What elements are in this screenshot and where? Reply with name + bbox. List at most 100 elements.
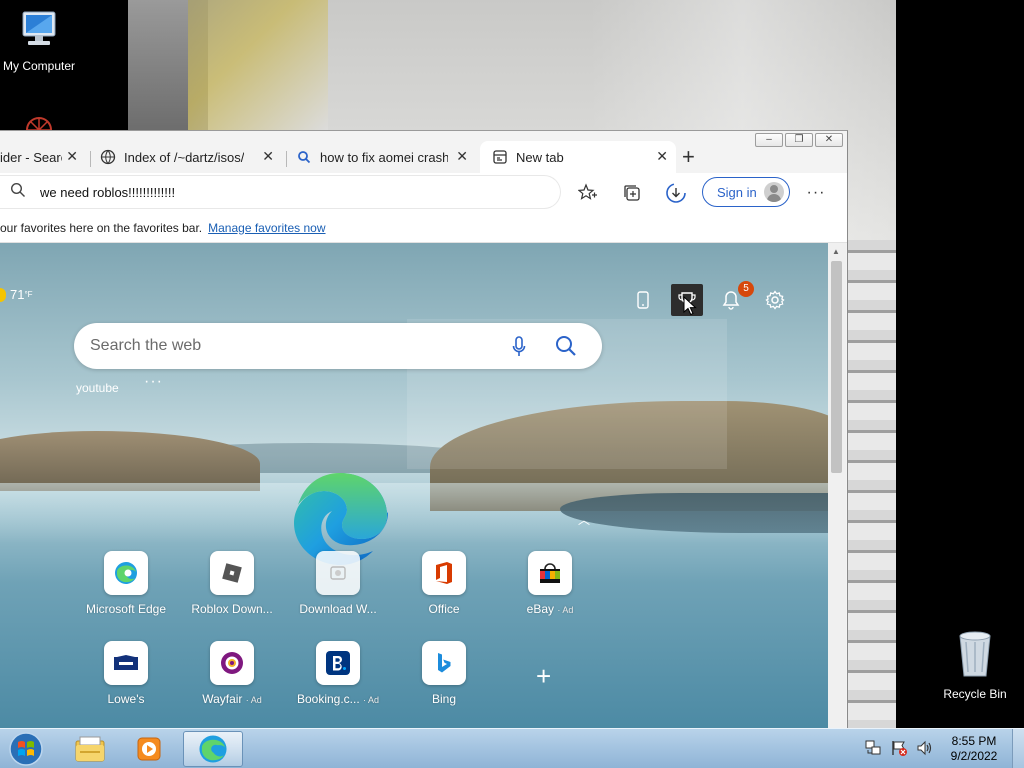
- tab-title: ider - Searc: [0, 149, 62, 165]
- wayfair-icon: [210, 641, 254, 685]
- scrollbar-thumb[interactable]: [831, 261, 842, 473]
- tab-new-tab[interactable]: New tab ✕: [480, 141, 676, 173]
- tab-how-to-fix-aomei[interactable]: how to fix aomei crash w ✕: [296, 141, 476, 173]
- ad-marker: · Ad: [363, 695, 380, 705]
- booking-icon: [316, 641, 360, 685]
- tile-lowes[interactable]: Lowe's: [76, 641, 176, 706]
- tab-close-icon[interactable]: ✕: [456, 149, 468, 163]
- scroll-up-icon[interactable]: ▲: [832, 247, 840, 256]
- microphone-icon[interactable]: [512, 336, 526, 363]
- tile-label: eBay: [526, 602, 554, 616]
- tile-booking[interactable]: Booking.c... · Ad: [288, 641, 388, 706]
- star-add-icon: [578, 183, 597, 200]
- collections-icon: [624, 185, 640, 201]
- start-button[interactable]: [6, 731, 46, 767]
- tile-microsoft-edge[interactable]: Microsoft Edge: [76, 551, 176, 616]
- desktop-icon-label: Recycle Bin: [943, 687, 1007, 701]
- web-search-box[interactable]: Search the web: [74, 323, 602, 369]
- more-icon: ···: [806, 184, 826, 201]
- address-bar[interactable]: we need roblos!!!!!!!!!!!!!: [0, 176, 560, 208]
- tab-close-icon[interactable]: ✕: [262, 149, 274, 163]
- desktop-icon-recycle-bin[interactable]: Recycle Bin: [930, 630, 1020, 701]
- weather-temp: 71: [10, 287, 25, 302]
- tile-label: Roblox Down...: [191, 602, 273, 616]
- collections-button[interactable]: [620, 181, 644, 205]
- page-scrollbar[interactable]: ▲: [828, 243, 846, 728]
- quick-link-youtube[interactable]: youtube: [76, 381, 119, 395]
- new-tab-button[interactable]: +: [682, 146, 695, 168]
- bell-icon: [722, 291, 740, 310]
- gear-icon: [765, 290, 785, 310]
- tab-title: how to fix aomei crash w: [320, 149, 448, 165]
- browser-toolbar: we need roblos!!!!!!!!!!!!! Sign in ···: [0, 173, 847, 213]
- add-shortcut-button[interactable]: +: [536, 663, 551, 689]
- action-center-flag-icon[interactable]: [890, 739, 908, 757]
- tile-wayfair[interactable]: Wayfair · Ad: [182, 641, 282, 706]
- ad-marker: · Ad: [245, 695, 262, 705]
- tile-label: Download W...: [299, 602, 377, 616]
- search-icon[interactable]: [554, 334, 578, 363]
- sun-icon: [0, 287, 6, 302]
- desktop-icon-my-computer[interactable]: My Computer: [0, 8, 84, 73]
- tile-label: Microsoft Edge: [85, 602, 167, 616]
- explorer-icon: [75, 736, 105, 762]
- sign-in-button[interactable]: Sign in: [702, 177, 790, 207]
- weather-widget[interactable]: 71 °F: [0, 287, 33, 302]
- quick-links-more-button[interactable]: ···: [144, 373, 163, 391]
- tile-ebay[interactable]: eBay · Ad: [500, 551, 600, 616]
- tile-label: Office: [428, 602, 460, 616]
- office-icon: [422, 551, 466, 595]
- collapse-caret-icon[interactable]: ︿: [578, 511, 590, 528]
- desktop-icon-partial[interactable]: [18, 112, 60, 130]
- search-icon: [296, 149, 312, 165]
- tab-search[interactable]: ider - Searc ✕: [0, 141, 86, 173]
- settings-more-button[interactable]: ···: [804, 181, 828, 205]
- computer-icon: [22, 11, 56, 45]
- ebay-icon: [528, 551, 572, 595]
- page-settings-button[interactable]: [759, 284, 791, 316]
- clock-date: 9/2/2022: [950, 749, 998, 763]
- roblox-icon: [210, 551, 254, 595]
- network-icon[interactable]: [864, 739, 882, 757]
- tile-roblox-download[interactable]: Roblox Down...: [182, 551, 282, 616]
- phone-icon: [637, 291, 649, 309]
- tab-close-icon[interactable]: ✕: [656, 149, 668, 163]
- tile-label: Lowe's: [107, 692, 145, 706]
- media-player-icon: [137, 737, 161, 761]
- sign-in-label: Sign in: [717, 184, 757, 200]
- manage-favorites-link[interactable]: Manage favorites now: [208, 221, 325, 235]
- tab-close-icon[interactable]: ✕: [66, 149, 78, 163]
- taskbar-media-player-button[interactable]: [120, 731, 180, 767]
- tile-download[interactable]: Download W...: [288, 551, 388, 616]
- ad-marker: · Ad: [557, 605, 574, 615]
- favorites-bar: our favorites here on the favorites bar.…: [0, 213, 847, 243]
- download-icon: [666, 183, 686, 203]
- windows-start-icon: [9, 732, 43, 766]
- tile-label: Wayfair: [202, 692, 243, 706]
- address-text: we need roblos!!!!!!!!!!!!!: [40, 184, 176, 200]
- tab-index-of-isos[interactable]: Index of /~dartz/isos/ ✕: [100, 141, 282, 173]
- mouse-cursor-icon: [683, 296, 697, 316]
- download-icon: [316, 551, 360, 595]
- favorites-bar-text: our favorites here on the favorites bar.: [0, 220, 203, 235]
- show-desktop-button[interactable]: [1012, 729, 1024, 768]
- tile-bing[interactable]: Bing: [394, 641, 494, 706]
- taskbar-edge-button[interactable]: [183, 731, 243, 767]
- downloads-button[interactable]: [664, 181, 688, 205]
- search-icon: [10, 182, 26, 203]
- mobile-button[interactable]: [627, 284, 659, 316]
- taskbar: 8:55 PM 9/2/2022: [0, 728, 1024, 768]
- tile-label: Booking.c...: [296, 692, 360, 706]
- taskbar-explorer-button[interactable]: [60, 731, 120, 767]
- app-icon: [26, 117, 52, 130]
- clock-time: 8:55 PM: [951, 734, 997, 748]
- avatar-icon: [764, 182, 784, 202]
- notification-badge: 5: [738, 281, 754, 297]
- taskbar-clock[interactable]: 8:55 PM 9/2/2022: [944, 734, 1004, 764]
- favorites-button[interactable]: [576, 181, 600, 205]
- weather-unit: °F: [24, 290, 33, 299]
- bing-icon: [422, 641, 466, 685]
- tile-office[interactable]: Office: [394, 551, 494, 616]
- volume-icon[interactable]: [916, 739, 934, 757]
- tab-strip: ider - Searc ✕ Index of /~dartz/isos/ ✕ …: [0, 137, 847, 173]
